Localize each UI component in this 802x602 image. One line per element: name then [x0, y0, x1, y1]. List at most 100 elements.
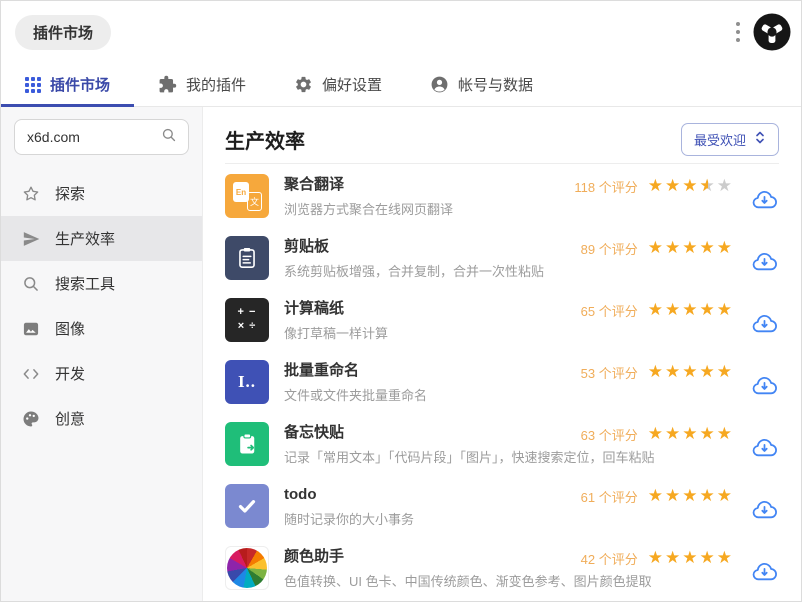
app-name: todo [284, 486, 317, 503]
app-name: 备忘快贴 [284, 424, 345, 441]
star-rating: ★★★★★★ [647, 175, 734, 196]
sidebar-item-label: 图像 [55, 321, 86, 338]
titlebar-right [732, 13, 791, 51]
palette-icon [21, 409, 41, 429]
sidebar-item-label: 创意 [55, 411, 86, 428]
app-desc: 随时记录你的大小事务 [284, 512, 415, 528]
paper-plane-icon [21, 229, 41, 249]
rating-count: 118 个评分 [574, 180, 638, 195]
app-name: 颜色助手 [284, 548, 345, 565]
app-desc: 记录「常用文本」「代码片段」「图片」，快速搜索定位，回车粘贴 [284, 450, 655, 466]
window-title-pill[interactable]: 插件市场 [15, 14, 112, 50]
cloud-download-icon[interactable] [752, 375, 777, 401]
titlebar: 插件市场 [1, 1, 801, 63]
cloud-download-icon[interactable] [752, 561, 777, 587]
rating-count: 89 个评分 [580, 242, 638, 257]
sidebar-item-creative[interactable]: 创意 [1, 396, 202, 441]
star-icon [21, 184, 41, 204]
list-item[interactable]: 剪贴板 系统剪贴板增强，合并复制，合并一次性粘贴 89 个评分 ★★★★★ [225, 226, 779, 288]
sidebar-item-images[interactable]: 图像 [1, 306, 202, 351]
rating-count: 63 个评分 [580, 428, 638, 443]
sidebar-item-productivity[interactable]: 生产效率 [1, 216, 202, 261]
star-rating: ★★★★★ [647, 299, 734, 320]
tab-label: 我的插件 [186, 77, 247, 94]
cloud-download-icon[interactable] [752, 437, 777, 463]
sidebar-item-label: 探索 [55, 186, 86, 203]
app-window: 插件市场 插件市场 我的插件 偏好设置 帐号与数据 x6d.com 探索 生产效… [0, 0, 802, 602]
star-rating: ★★★★★ [647, 485, 734, 506]
app-desc: 系统剪贴板增强，合并复制，合并一次性粘贴 [284, 264, 545, 280]
main-content: 生产效率 最受欢迎 En 文 聚合翻译 浏览器方式聚合在线网页翻译 118 个评… [203, 107, 801, 601]
app-name: 聚合翻译 [284, 176, 345, 193]
search-box[interactable] [14, 119, 189, 155]
translate-app-icon: En 文 [225, 174, 269, 218]
search-icon [21, 274, 41, 294]
tab-my-plugins[interactable]: 我的插件 [134, 63, 270, 106]
sort-dropdown[interactable]: 最受欢迎 [680, 122, 779, 156]
cloud-download-icon[interactable] [752, 313, 777, 339]
gear-icon [294, 75, 313, 94]
app-name: 计算稿纸 [284, 300, 345, 317]
list-item[interactable]: I.. 批量重命名 文件或文件夹批量重命名 53 个评分 ★★★★★ [225, 350, 779, 412]
list-item[interactable]: 颜色助手 色值转换、UI 色卡、中国传统颜色、渐变色参考、图片颜色提取 42 个… [225, 536, 779, 598]
star-rating: ★★★★★ [647, 237, 734, 258]
star-rating: ★★★★★ [647, 361, 734, 382]
sidebar-item-development[interactable]: 开发 [1, 351, 202, 396]
rating-count: 53 个评分 [580, 366, 638, 381]
rating-count: 42 个评分 [580, 552, 638, 567]
list-item[interactable]: todo 随时记录你的大小事务 61 个评分 ★★★★★ [225, 474, 779, 536]
sidebar: 探索 生产效率 搜索工具 图像 开发 [1, 107, 203, 601]
rating-count: 61 个评分 [580, 490, 638, 505]
color-wheel-app-icon [225, 546, 269, 590]
app-list: En 文 聚合翻译 浏览器方式聚合在线网页翻译 118 个评分 ★★★★★★ [225, 164, 779, 598]
memo-clipboard-app-icon [225, 422, 269, 466]
cloud-download-icon[interactable] [752, 189, 777, 215]
app-name: 剪贴板 [284, 238, 330, 255]
sort-label: 最受欢迎 [693, 132, 746, 148]
clipboard-app-icon [225, 236, 269, 280]
calc-symbols-line2: × ÷ [237, 320, 257, 332]
sidebar-item-label: 生产效率 [55, 231, 116, 248]
tab-account-data[interactable]: 帐号与数据 [406, 63, 557, 106]
kebab-menu-icon[interactable] [732, 18, 744, 46]
person-icon [430, 75, 449, 94]
list-item[interactable]: 备忘快贴 记录「常用文本」「代码片段」「图片」，快速搜索定位，回车粘贴 63 个… [225, 412, 779, 474]
app-name: 批量重命名 [284, 362, 360, 379]
chevron-updown-icon [754, 130, 766, 148]
star-rating: ★★★★★ [647, 547, 734, 568]
search-input[interactable] [27, 129, 160, 145]
tab-label: 偏好设置 [322, 77, 383, 94]
rename-app-icon: I.. [225, 360, 269, 404]
translate-cn-chip: 文 [247, 192, 262, 211]
grid-icon [25, 76, 41, 93]
app-desc: 浏览器方式聚合在线网页翻译 [284, 202, 454, 218]
star-rating: ★★★★★ [647, 423, 734, 444]
todo-check-app-icon [225, 484, 269, 528]
cloud-download-icon[interactable] [752, 499, 777, 525]
app-desc: 色值转换、UI 色卡、中国传统颜色、渐变色参考、图片颜色提取 [284, 574, 652, 590]
sidebar-item-search-tools[interactable]: 搜索工具 [1, 261, 202, 306]
sidebar-item-explore[interactable]: 探索 [1, 171, 202, 216]
tab-plugin-market[interactable]: 插件市场 [1, 63, 135, 107]
cloud-download-icon[interactable] [752, 251, 777, 277]
sidebar-nav: 探索 生产效率 搜索工具 图像 开发 创意 [1, 171, 202, 441]
puzzle-icon [158, 75, 177, 94]
calculator-app-icon: + − × ÷ [225, 298, 269, 342]
calc-symbols-line1: + − [237, 306, 257, 319]
list-item[interactable]: En 文 聚合翻译 浏览器方式聚合在线网页翻译 118 个评分 ★★★★★★ [225, 164, 779, 226]
app-desc: 文件或文件夹批量重命名 [284, 388, 428, 404]
rating-count: 65 个评分 [580, 304, 638, 319]
color-wheel-graphic [227, 548, 267, 588]
tab-bar: 插件市场 我的插件 偏好设置 帐号与数据 [1, 63, 801, 107]
tab-preferences[interactable]: 偏好设置 [270, 63, 406, 106]
sidebar-item-label: 搜索工具 [55, 276, 116, 293]
image-icon [21, 319, 41, 339]
list-item[interactable]: + − × ÷ 计算稿纸 像打草稿一样计算 65 个评分 ★★★★★ [225, 288, 779, 350]
utools-logo-icon[interactable] [753, 13, 791, 51]
sidebar-item-label: 开发 [55, 366, 86, 383]
tab-label: 插件市场 [50, 77, 111, 94]
window-title-label: 插件市场 [33, 24, 94, 42]
page-title: 生产效率 [225, 130, 305, 153]
rename-cursor-glyph: I.. [237, 372, 257, 391]
search-icon[interactable] [160, 126, 178, 149]
